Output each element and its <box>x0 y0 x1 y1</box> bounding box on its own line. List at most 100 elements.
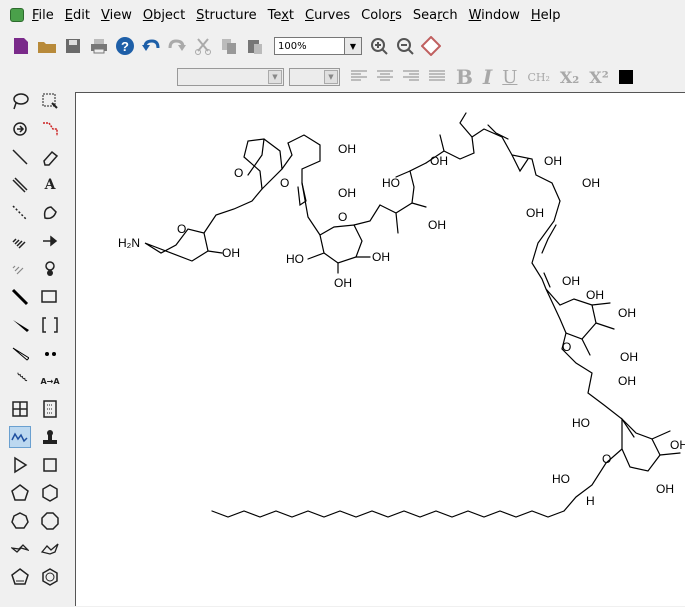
hashed-wedge-icon[interactable] <box>9 258 31 280</box>
menu-window[interactable]: Window <box>469 8 520 23</box>
justify-icon[interactable] <box>428 68 446 87</box>
dashed-bond-icon[interactable] <box>9 202 31 224</box>
hexagon-ring-icon[interactable] <box>39 482 61 504</box>
marquee-icon[interactable] <box>39 90 61 112</box>
menu-file[interactable]: File <box>32 8 54 23</box>
chair-cyclohexane-icon[interactable] <box>9 538 31 560</box>
formula-button[interactable]: CH₂ <box>527 71 549 84</box>
align-center-icon[interactable] <box>376 68 394 87</box>
save-icon[interactable] <box>62 35 84 57</box>
align-right-icon[interactable] <box>402 68 420 87</box>
bold-button[interactable]: B <box>456 65 473 89</box>
tool-palette: A A→A <box>0 90 72 606</box>
heptagon-ring-icon[interactable] <box>9 510 31 532</box>
main-toolbar: ? 100% ▼ <box>0 31 685 61</box>
zoom-out-icon[interactable] <box>394 35 416 57</box>
bracket-icon[interactable] <box>39 314 61 336</box>
menu-colors[interactable]: Colors <box>361 8 402 23</box>
atom-label-oh: OH <box>656 482 674 496</box>
orbital-tool-icon[interactable] <box>39 258 61 280</box>
zoom-select[interactable]: 100% ▼ <box>274 37 362 55</box>
font-size-select[interactable]: ▼ <box>289 68 340 86</box>
lasso-icon[interactable] <box>9 90 31 112</box>
text-tool-icon[interactable]: A <box>39 174 61 196</box>
atom-label-oh: OH <box>670 438 685 452</box>
table-icon[interactable] <box>9 398 31 420</box>
square-icon[interactable] <box>39 454 61 476</box>
atom-label-ho: HO <box>572 416 590 430</box>
menu-curves[interactable]: Curves <box>305 8 350 23</box>
color-swatch-icon[interactable] <box>618 70 633 84</box>
atom-label-oh: OH <box>338 142 356 156</box>
bold-bond-icon[interactable] <box>9 286 31 308</box>
menu-search[interactable]: Search <box>413 8 458 23</box>
template-icon[interactable] <box>39 398 61 420</box>
menu-object[interactable]: Object <box>143 8 185 23</box>
cyclopentadiene-icon[interactable] <box>9 566 31 588</box>
atom-label-ho: HO <box>382 176 400 190</box>
atom-label-o: O <box>234 166 243 180</box>
chair-alt-icon[interactable] <box>39 538 61 560</box>
atom-label-oh: OH <box>544 154 562 168</box>
atom-label-oh: OH <box>618 306 636 320</box>
copy-icon[interactable] <box>218 35 240 57</box>
atom-label-o: O <box>602 452 611 466</box>
print-icon[interactable] <box>88 35 110 57</box>
double-bond-icon[interactable] <box>9 174 31 196</box>
underline-button[interactable]: U <box>502 67 517 88</box>
superscript-button[interactable]: X² <box>589 68 608 87</box>
menu-edit[interactable]: Edit <box>65 8 90 23</box>
pen-tool-icon[interactable] <box>39 202 61 224</box>
chevron-down-icon[interactable]: ▼ <box>344 38 361 54</box>
redo-icon[interactable] <box>166 35 188 57</box>
undo-icon[interactable] <box>140 35 162 57</box>
menu-help[interactable]: Help <box>531 8 561 23</box>
menu-view[interactable]: View <box>101 8 132 23</box>
subscript-button[interactable]: X₂ <box>560 68 579 87</box>
align-left-icon[interactable] <box>350 68 368 87</box>
spectrum-icon[interactable] <box>9 426 31 448</box>
open-folder-icon[interactable] <box>36 35 58 57</box>
hollow-wedge-icon[interactable] <box>9 342 31 364</box>
pentagon-ring-icon[interactable] <box>9 482 31 504</box>
atom-label-oh: OH <box>338 186 356 200</box>
zoom-in-icon[interactable] <box>368 35 390 57</box>
eraser-diamond-icon[interactable] <box>420 35 442 57</box>
charge-icon[interactable] <box>39 342 61 364</box>
app-icon[interactable] <box>10 8 24 22</box>
arrow-tool-icon[interactable] <box>39 230 61 252</box>
chevron-down-icon[interactable]: ▼ <box>268 70 282 84</box>
cut-icon[interactable] <box>192 35 214 57</box>
atom-label-oh: OH <box>586 288 604 302</box>
menu-structure[interactable]: Structure <box>196 8 257 23</box>
mapping-icon[interactable]: A→A <box>39 370 61 392</box>
menu-text[interactable]: Text <box>268 8 294 23</box>
stamp-icon[interactable] <box>39 426 61 448</box>
drawing-element-icon[interactable] <box>39 286 61 308</box>
triangle-icon[interactable] <box>9 454 31 476</box>
benzene-ring-icon[interactable] <box>39 566 61 588</box>
atom-label-o: O <box>280 176 289 190</box>
chevron-down-icon[interactable]: ▼ <box>324 70 338 84</box>
new-document-icon[interactable] <box>10 35 32 57</box>
atom-label-o: O <box>338 210 347 224</box>
atom-label-oh: OH <box>372 250 390 264</box>
atom-label-oh: OH <box>526 206 544 220</box>
hashed-bond-icon[interactable] <box>9 230 31 252</box>
wavy-bond-icon[interactable] <box>9 370 31 392</box>
drawing-canvas[interactable]: H₂N O OH O O OH OH O HO OH OH HO OH OH O… <box>75 92 685 606</box>
italic-button[interactable]: I <box>483 65 492 89</box>
octagon-ring-icon[interactable] <box>39 510 61 532</box>
chain-tool-icon[interactable] <box>39 118 61 140</box>
atom-label-h: H <box>586 494 595 508</box>
eraser-icon[interactable] <box>39 146 61 168</box>
atom-label-oh: OH <box>430 154 448 168</box>
single-bond-icon[interactable] <box>9 146 31 168</box>
font-name-select[interactable]: ▼ <box>177 68 284 86</box>
wedge-bond-icon[interactable] <box>9 314 31 336</box>
help-icon[interactable]: ? <box>114 35 136 57</box>
svg-text:?: ? <box>121 39 129 54</box>
paste-icon[interactable] <box>244 35 266 57</box>
rotate-icon[interactable] <box>9 118 31 140</box>
atom-label-h2n: H₂N <box>118 236 140 250</box>
